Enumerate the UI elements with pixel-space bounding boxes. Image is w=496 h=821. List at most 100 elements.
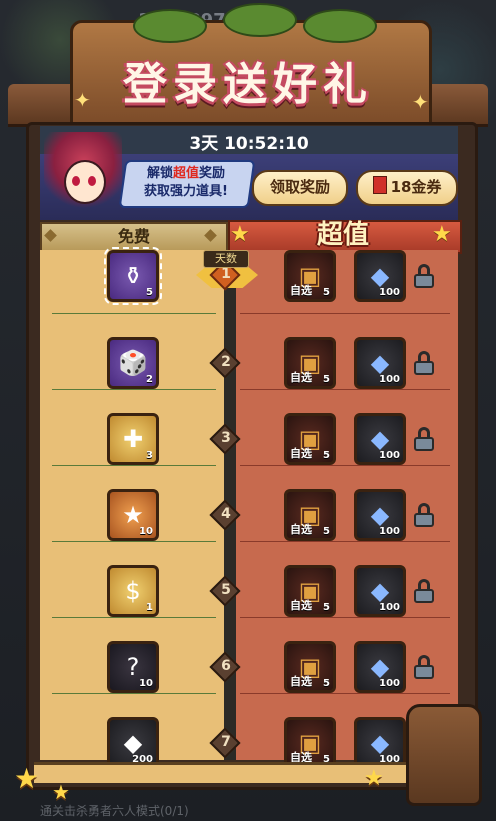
chest-qty: 5 [323, 526, 330, 537]
promo-line2: 获取强力道具! [144, 184, 228, 199]
lock-icon [414, 579, 434, 603]
premium-crystal-item[interactable]: ◆ 100 [354, 250, 406, 302]
hero-eye-icon [88, 176, 96, 186]
leaf-icon [223, 3, 297, 37]
lock-icon [414, 351, 434, 375]
leaf-icon [303, 9, 377, 43]
day-number: 2 [221, 354, 231, 370]
vase-icon: ⚱ [122, 262, 144, 290]
day-number: 4 [221, 506, 231, 522]
premium-crystal-item[interactable]: ◆ 100 [354, 413, 406, 465]
lock-icon [414, 503, 434, 527]
crystal-icon: ◆ [370, 262, 390, 290]
chest-qty: 5 [323, 450, 330, 461]
row-divider [240, 313, 450, 314]
free-reward-qty: 3 [146, 450, 153, 461]
crystal-icon: ◆ [370, 425, 390, 453]
crystal-icon: ◆ [370, 501, 390, 529]
star-icon: ★ [230, 222, 250, 247]
lock-icon [414, 264, 434, 288]
premium-chest-item[interactable]: ▣ 自选 5 [284, 565, 336, 617]
winged-coin-icon: ✚ [122, 425, 144, 453]
chest-select-tag: 自选 [290, 371, 312, 384]
free-reward-item[interactable]: $ 1 [107, 565, 159, 617]
hero-eye-icon [72, 176, 80, 186]
chest-select-tag: 自选 [290, 523, 312, 536]
leaf-icon [133, 9, 207, 43]
free-reward-item[interactable]: ★ 10 [107, 489, 159, 541]
background-quest-text: 通关击杀勇者六人模式(0/1) [40, 804, 189, 818]
money-bag-icon: $ [125, 577, 141, 605]
promo-line1: 解锁超值奖励 [146, 166, 226, 181]
premium-crystal-item[interactable]: ◆ 100 [354, 641, 406, 693]
chest-select-tag: 自选 [290, 284, 312, 297]
sparkle-icon: ✦ [74, 88, 91, 112]
chest-qty: 5 [323, 374, 330, 385]
crystal-icon: ◆ [370, 577, 390, 605]
free-reward-item[interactable]: 🎲 2 [107, 337, 159, 389]
day-label: 天数 [203, 250, 249, 268]
premium-crystal-item[interactable]: ◆ 100 [354, 337, 406, 389]
lock-icon [414, 655, 434, 679]
premium-crystal-item[interactable]: ◆ 100 [354, 489, 406, 541]
claim-reward-button[interactable]: 领取奖励 [252, 170, 348, 206]
free-reward-qty: 10 [139, 678, 153, 689]
crystal-qty: 100 [379, 526, 400, 537]
day-number: 5 [221, 582, 231, 598]
crystal-qty: 100 [379, 374, 400, 385]
row-divider [240, 465, 450, 466]
day-number: 1 [221, 266, 231, 282]
free-reward-item[interactable]: ? 10 [107, 641, 159, 693]
row-divider [52, 617, 216, 618]
free-column-header: 免费 [40, 222, 228, 252]
dice-box-icon: 🎲 [118, 349, 148, 377]
buy-premium-button[interactable]: 18金券 [356, 170, 458, 206]
premium-chest-item[interactable]: ▣ 自选 5 [284, 641, 336, 693]
panel-bottom-edge [34, 762, 464, 783]
premium-chest-item[interactable]: ▣ 自选 5 [284, 413, 336, 465]
free-reward-qty: 5 [146, 287, 153, 298]
free-reward-item[interactable]: ✚ 3 [107, 413, 159, 465]
lock-icon [414, 427, 434, 451]
buy-price-label: 18金券 [390, 178, 442, 196]
crystal-qty: 100 [379, 287, 400, 298]
chest-qty: 5 [323, 287, 330, 298]
row-divider [52, 313, 216, 314]
premium-crystal-item[interactable]: ◆ 100 [354, 565, 406, 617]
backpack-icon[interactable] [406, 704, 482, 806]
chest-qty: 5 [323, 602, 330, 613]
day-number: 3 [221, 430, 231, 446]
day-number: 6 [221, 658, 231, 674]
chest-select-tag: 自选 [290, 675, 312, 688]
row-divider [52, 693, 216, 694]
row-divider [240, 693, 450, 694]
premium-chest-item[interactable]: ▣ 自选 5 [284, 250, 336, 302]
crystal-icon: ◆ [370, 729, 390, 757]
crystal-qty: 100 [379, 678, 400, 689]
star-icon: ★ [432, 222, 452, 247]
free-reward-qty: 2 [146, 374, 153, 385]
star-icon: ★ [52, 780, 70, 804]
chest-select-tag: 自选 [290, 447, 312, 460]
crystal-icon: ◆ [370, 653, 390, 681]
star-icon: ★ [14, 762, 40, 795]
chest-qty: 5 [323, 678, 330, 689]
gold-ticket-icon [372, 176, 387, 194]
premium-column-title: 超值 [316, 220, 369, 250]
row-divider [240, 541, 450, 542]
free-reward-item[interactable]: ⚱ 5 [104, 247, 162, 305]
crystal-icon: ◆ [123, 729, 143, 757]
row-divider [240, 617, 450, 618]
crystal-qty: 100 [379, 602, 400, 613]
premium-chest-item[interactable]: ▣ 自选 5 [284, 337, 336, 389]
day-number: 7 [221, 734, 231, 750]
row-divider [52, 389, 216, 390]
hero-face [64, 160, 106, 204]
mystery-bag-icon: ? [126, 653, 140, 681]
row-divider [52, 465, 216, 466]
row-divider [52, 541, 216, 542]
crystal-qty: 100 [379, 450, 400, 461]
premium-chest-item[interactable]: ▣ 自选 5 [284, 489, 336, 541]
star-ticket-icon: ★ [122, 501, 144, 529]
chest-select-tag: 自选 [290, 599, 312, 612]
